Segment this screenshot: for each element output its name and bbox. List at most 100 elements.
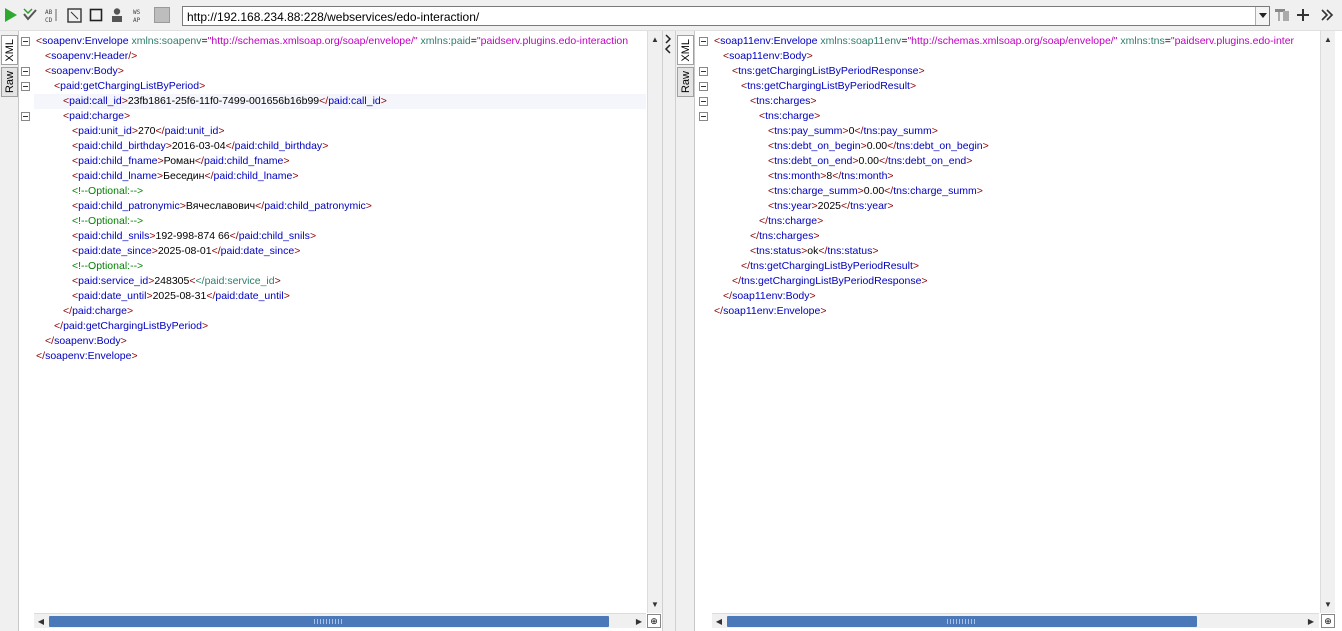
xml-line[interactable]: <soapenv:Envelope xmlns:soapenv="http://… (34, 34, 628, 49)
xml-line[interactable]: </paid:charge> (34, 304, 133, 319)
xml-token: > (294, 245, 301, 257)
xml-token: > (810, 95, 817, 107)
xml-line[interactable]: </soap11env:Body> (712, 289, 816, 304)
xml-line[interactable]: </soapenv:Envelope> (34, 349, 138, 364)
fold-toggle-icon[interactable] (699, 97, 708, 106)
xml-line[interactable]: <tns:year>2025</tns:year> (712, 199, 894, 214)
xml-line[interactable]: <paid:child_lname>Беседин</paid:child_ln… (34, 169, 299, 184)
scroll-right-arrow-icon[interactable]: ▶ (1306, 616, 1316, 626)
xml-line[interactable]: <soapenv:Header/> (34, 49, 137, 64)
zoom-icon[interactable]: ⊕ (647, 614, 661, 628)
xml-line[interactable]: <paid:charge> (34, 109, 130, 124)
tab-raw[interactable]: Raw (677, 67, 694, 97)
fold-toggle-icon[interactable] (699, 82, 708, 91)
fold-gutter (20, 31, 34, 613)
fold-toggle-icon[interactable] (21, 82, 30, 91)
fold-toggle-icon[interactable] (21, 112, 30, 121)
xml-line[interactable]: <tns:month>8</tns:month> (712, 169, 894, 184)
scroll-left-icon[interactable]: ◀ (714, 616, 724, 626)
xml-line[interactable]: <tns:status>ok</tns:status> (712, 244, 878, 259)
horizontal-scrollbar[interactable]: ◀ ▶ (712, 613, 1319, 628)
xml-line[interactable]: <!--Optional:--> (34, 259, 143, 274)
xml-line[interactable]: <tns:charge> (712, 109, 820, 124)
tab-raw-label: Raw (3, 70, 16, 93)
collapse-arrows-icon[interactable] (663, 33, 675, 55)
xml-token: paid:date_until (215, 290, 284, 302)
xml-line[interactable]: </tns:charge> (712, 214, 823, 229)
xml-line[interactable]: <tns:getChargingListByPeriodResult> (712, 79, 916, 94)
xml-line[interactable]: <paid:getChargingListByPeriod> (34, 79, 205, 94)
scroll-thumb[interactable] (49, 616, 609, 627)
fold-toggle-icon[interactable] (21, 67, 30, 76)
xml-token: > (124, 110, 131, 122)
scroll-down-icon[interactable]: ▼ (1323, 599, 1333, 609)
xml-line[interactable]: </soap11env:Envelope> (712, 304, 827, 319)
tab-xml[interactable]: XML (1, 35, 18, 65)
xml-line[interactable]: <tns:charges> (712, 94, 817, 109)
xml-line[interactable]: <soap11env:Body> (712, 49, 813, 64)
check-validate-icon[interactable] (21, 6, 39, 24)
xml-token: paid:child_snils (238, 230, 310, 242)
fold-toggle-icon[interactable] (699, 112, 708, 121)
scroll-up-icon[interactable]: ▲ (1323, 34, 1333, 44)
xml-line[interactable]: <soapenv:Body> (34, 64, 124, 79)
panel-splitter[interactable] (662, 31, 676, 631)
response-xml-editor[interactable]: <soap11env:Envelope xmlns:soap11env="htt… (712, 31, 1319, 613)
tab-raw[interactable]: Raw (1, 67, 18, 97)
svg-text:AP: AP (133, 17, 141, 23)
xml-line[interactable]: <paid:child_birthday>2016-03-04</paid:ch… (34, 139, 328, 154)
xml-line[interactable]: </tns:charges> (712, 229, 819, 244)
svg-text:CD: CD (45, 17, 53, 23)
xml-token: 2025-08-31 (152, 290, 207, 302)
add-icon[interactable] (1294, 6, 1312, 24)
endpoint-url-text[interactable]: http://192.168.234.88:228/webservices/ed… (187, 10, 479, 24)
xml-line[interactable]: <paid:child_patronymic>Вячеславович</pai… (34, 199, 372, 214)
xml-line[interactable]: <paid:unit_id>270</paid:unit_id> (34, 124, 224, 139)
xml-line[interactable]: <tns:debt_on_end>0.00</tns:debt_on_end> (712, 154, 972, 169)
xml-line[interactable]: <paid:call_id>23fb1861-25f6-11f0-7499-00… (34, 94, 646, 109)
xml-line[interactable]: <paid:child_fname>Роман</paid:child_fnam… (34, 154, 290, 169)
xml-line[interactable]: <paid:service_id>248305<</paid:service_i… (34, 274, 281, 289)
horizontal-scrollbar[interactable]: ◀ ▶ (34, 613, 646, 628)
wsdl-icon[interactable] (154, 7, 170, 23)
fullscreen-icon[interactable] (65, 6, 83, 24)
scroll-left-icon[interactable]: ◀ (36, 616, 46, 626)
xml-line[interactable]: </soapenv:Body> (34, 334, 127, 349)
xml-line[interactable]: <!--Optional:--> (34, 184, 143, 199)
xml-line[interactable]: <soap11env:Envelope xmlns:soap11env="htt… (712, 34, 1294, 49)
endpoint-url-combo[interactable]: http://192.168.234.88:228/webservices/ed… (182, 6, 1270, 26)
fold-toggle-icon[interactable] (699, 67, 708, 76)
tab-xml[interactable]: XML (677, 35, 694, 65)
chevron-down-icon[interactable] (1255, 7, 1269, 25)
zoom-icon[interactable]: ⊕ (1321, 614, 1335, 628)
scroll-up-icon[interactable]: ▲ (650, 34, 660, 44)
format-icon[interactable]: AB CD (43, 6, 61, 24)
request-xml-editor[interactable]: <soapenv:Envelope xmlns:soapenv="http://… (34, 31, 646, 613)
options-icon[interactable] (1273, 6, 1291, 24)
user-auth-icon[interactable] (108, 6, 126, 24)
xml-line[interactable]: </tns:getChargingListByPeriodResponse> (712, 274, 928, 289)
play-icon[interactable] (2, 6, 20, 24)
xml-line[interactable]: <tns:debt_on_begin>0.00</tns:debt_on_beg… (712, 139, 989, 154)
scroll-down-icon[interactable]: ▼ (650, 599, 660, 609)
xml-line[interactable]: </paid:getChargingListByPeriod> (34, 319, 208, 334)
stop-icon[interactable] (87, 6, 105, 24)
xml-line[interactable]: <paid:child_snils>192-998-874 66</paid:c… (34, 229, 316, 244)
xml-line[interactable]: <paid:date_until>2025-08-31</paid:date_u… (34, 289, 290, 304)
response-view-tabs: XML Raw (676, 31, 695, 631)
xml-line[interactable]: <tns:pay_summ>0</tns:pay_summ> (712, 124, 938, 139)
vertical-scrollbar[interactable]: ▲ ▼ (1320, 31, 1335, 613)
xml-line[interactable]: </tns:getChargingListByPeriodResult> (712, 259, 919, 274)
xml-line[interactable]: <tns:charge_summ>0.00</tns:charge_summ> (712, 184, 983, 199)
xml-line[interactable]: <paid:date_since>2025-08-01</paid:date_s… (34, 244, 300, 259)
fold-toggle-icon[interactable] (699, 37, 708, 46)
wsa-icon[interactable]: WS AP (131, 6, 149, 24)
scroll-thumb[interactable] (727, 616, 1197, 627)
xml-line[interactable]: <tns:getChargingListByPeriodResponse> (712, 64, 925, 79)
fold-toggle-icon[interactable] (21, 37, 30, 46)
vertical-scrollbar[interactable]: ▲ ▼ (647, 31, 662, 613)
scroll-right-icon[interactable] (1318, 6, 1336, 24)
scroll-right-arrow-icon[interactable]: ▶ (634, 616, 644, 626)
xml-token: tns:status (827, 245, 873, 257)
xml-line[interactable]: <!--Optional:--> (34, 214, 143, 229)
